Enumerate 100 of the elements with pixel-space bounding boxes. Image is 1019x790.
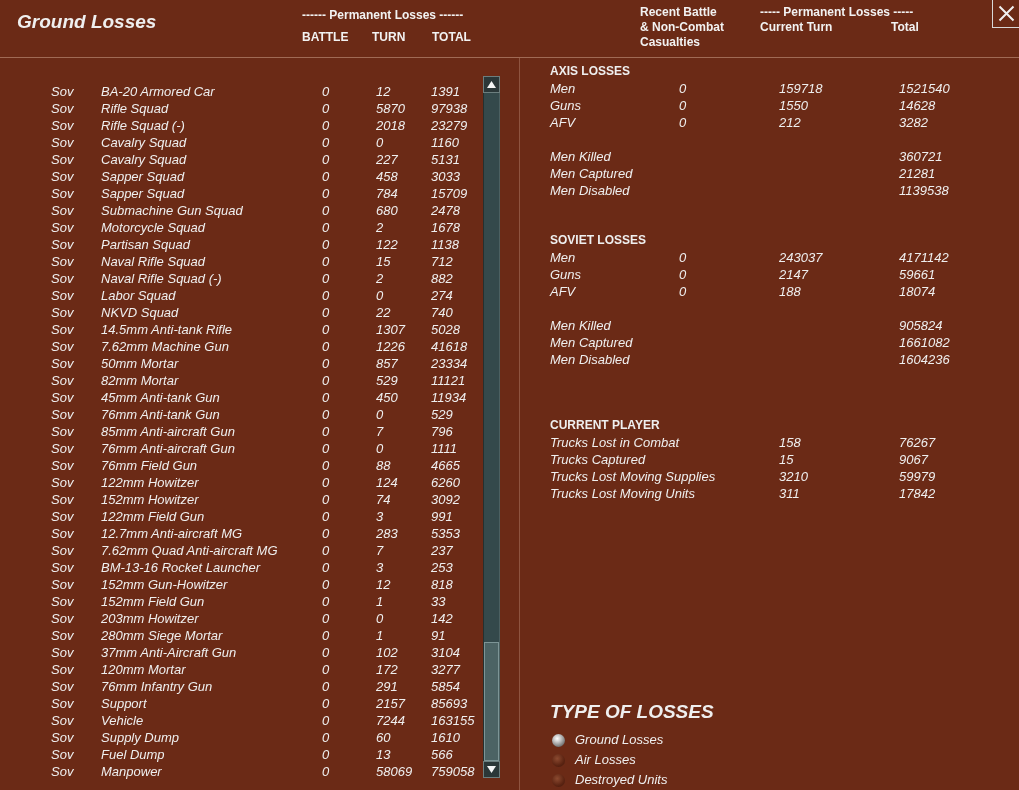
scroll-down-button[interactable] (483, 761, 500, 778)
total-cell-text: 3033 (431, 168, 461, 185)
battle-cell-text: 0 (322, 525, 331, 542)
turn-cell-text: 0 (376, 406, 385, 423)
total-cell-text: 529 (431, 406, 454, 423)
total-cell-text: 5854 (431, 678, 461, 695)
total-cell-text: 712 (431, 253, 454, 270)
radio-button[interactable] (552, 773, 565, 787)
unit-name-cell-text: Supply Dump (101, 729, 181, 746)
turn-cell-text: 15 (376, 253, 392, 270)
unit-name-cell-text: 45mm Anti-tank Gun (101, 389, 221, 406)
unit-name-cell-text: 76mm Infantry Gun (101, 678, 214, 695)
row-label: Men (550, 249, 576, 266)
unit-name-cell-text: 76mm Field Gun (101, 457, 199, 474)
row-label: Men Killed (550, 317, 611, 334)
side-cell-text: Sov (51, 117, 75, 134)
radio-button[interactable] (552, 733, 565, 747)
section-title: CURRENT PLAYER (550, 417, 660, 434)
battle-cell-text: 0 (322, 117, 331, 134)
column-group-label: ----- Permanent Losses ----- (760, 5, 914, 20)
value-cell: 0 (679, 266, 687, 283)
battle-cell-text: 0 (322, 168, 331, 185)
side-cell-text: Sov (51, 253, 75, 270)
row-label: AFV (550, 283, 576, 300)
row-label: Men Disabled (550, 182, 630, 199)
column-header: TURN (372, 29, 407, 45)
side-cell-text: Sov (51, 134, 75, 151)
side-cell-text: Sov (51, 338, 75, 355)
window-title: Ground Losses (17, 11, 158, 33)
side-cell-text: Sov (51, 559, 75, 576)
turn-cell-text: 227 (376, 151, 399, 168)
side-cell-text: Sov (51, 644, 75, 661)
total-cell-text: 2478 (431, 202, 461, 219)
turn-cell-text: 529 (376, 372, 399, 389)
battle-cell-text: 0 (322, 423, 331, 440)
value-cell: 3282 (899, 114, 928, 131)
radio-label[interactable]: Ground Losses (575, 730, 664, 750)
value-cell: 9067 (899, 451, 928, 468)
battle-cell-text: 0 (322, 287, 331, 304)
battle-cell-text: 0 (322, 389, 331, 406)
value-cell: 159718 (779, 80, 823, 97)
turn-cell-text: 124 (376, 474, 399, 491)
unit-name-cell-text: Submachine Gun Squad (101, 202, 244, 219)
battle-cell-text: 0 (322, 185, 331, 202)
value-cell: 0 (679, 80, 687, 97)
unit-name-cell-text: 82mm Mortar (101, 372, 180, 389)
row-label: Men Captured (550, 334, 633, 351)
total-cell-text: 1678 (431, 219, 461, 236)
unit-name-cell-text: Sapper Squad (101, 185, 186, 202)
total-cell-text: 4665 (431, 457, 461, 474)
value-cell: 905824 (899, 317, 943, 334)
unit-name-cell-text: 50mm Mortar (101, 355, 180, 372)
value-cell: 243037 (779, 249, 823, 266)
row-label: AFV (550, 114, 576, 131)
value-cell: 2147 (779, 266, 808, 283)
radio-label[interactable]: Destroyed Units (575, 770, 668, 790)
close-button[interactable] (992, 0, 1019, 28)
unit-name-cell-text: 120mm Mortar (101, 661, 187, 678)
radio-button[interactable] (552, 753, 565, 767)
value-cell: 15 (779, 451, 794, 468)
turn-cell-text: 7244 (376, 712, 406, 729)
row-label: Men (550, 80, 576, 97)
value-cell: 21281 (899, 165, 936, 182)
scrollbar-thumb[interactable] (484, 642, 499, 761)
side-cell-text: Sov (51, 219, 75, 236)
side-cell-text: Sov (51, 355, 75, 372)
battle-cell-text: 0 (322, 134, 331, 151)
battle-cell-text: 0 (322, 695, 331, 712)
column-header: Recent Battle & Non-Combat Casualties (640, 4, 725, 50)
side-cell-text: Sov (51, 372, 75, 389)
unit-name-cell-text: Vehicle (101, 712, 145, 729)
side-cell-text: Sov (51, 746, 75, 763)
total-cell-text: 759058 (431, 763, 476, 780)
up-arrow-icon (487, 81, 496, 88)
row-label: Men Disabled (550, 351, 630, 368)
scroll-up-button[interactable] (483, 76, 500, 93)
total-cell-text: 23279 (431, 117, 469, 134)
unit-name-cell-text: Sapper Squad (101, 168, 186, 185)
value-cell: 0 (679, 114, 687, 131)
section-title: TYPE OF LOSSES (550, 700, 714, 724)
value-cell: 18074 (899, 283, 936, 300)
unit-name-cell-text: 76mm Anti-aircraft Gun (101, 440, 236, 457)
side-cell-text: Sov (51, 542, 75, 559)
side-cell-text: Sov (51, 423, 75, 440)
total-cell-text: 5353 (431, 525, 461, 542)
battle-cell-text: 0 (322, 491, 331, 508)
side-cell-text: Sov (51, 729, 75, 746)
unit-name-cell-text: 7.62mm Machine Gun (101, 338, 230, 355)
value-cell: 1521540 (899, 80, 950, 97)
unit-name-cell-text: Partisan Squad (101, 236, 192, 253)
side-cell-text: Sov (51, 202, 75, 219)
unit-name-cell-text: NKVD Squad (101, 304, 180, 321)
battle-cell-text: 0 (322, 440, 331, 457)
radio-label[interactable]: Air Losses (575, 750, 636, 770)
total-cell-text: 6260 (431, 474, 461, 491)
battle-cell-text: 0 (322, 729, 331, 746)
turn-cell-text: 5870 (376, 100, 406, 117)
battle-cell-text: 0 (322, 678, 331, 695)
side-cell-text: Sov (51, 440, 75, 457)
turn-cell-text: 450 (376, 389, 399, 406)
